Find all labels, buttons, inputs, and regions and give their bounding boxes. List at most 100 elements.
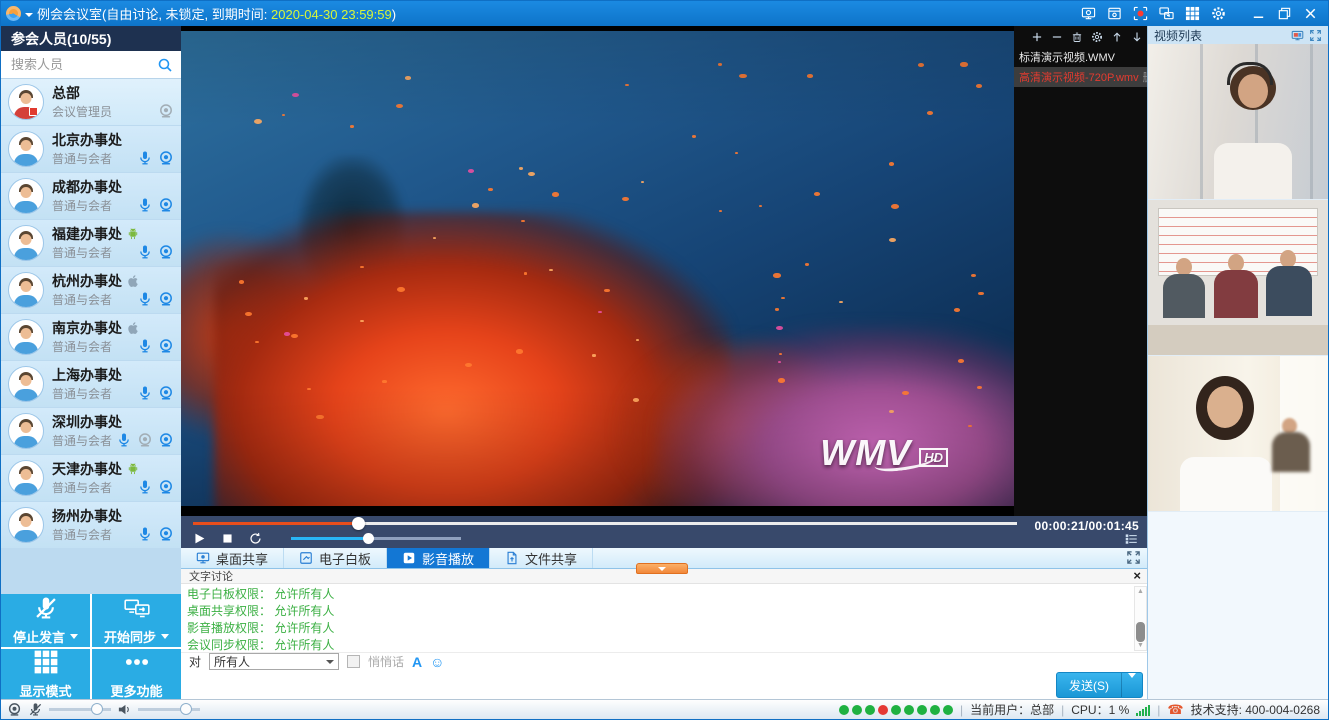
mic-icon[interactable] (137, 244, 153, 260)
settings-icon[interactable] (1091, 31, 1103, 43)
webcam-icon[interactable] (158, 385, 174, 401)
display-mode-button[interactable]: 显示模式 (1, 649, 90, 702)
participant-row[interactable]: 扬州办事处 普通与会者 (1, 502, 181, 548)
tab-文件共享[interactable]: 文件共享 (490, 548, 593, 568)
send-button[interactable]: 发送(S) (1056, 672, 1143, 698)
emoji-button[interactable]: ☺ (430, 654, 444, 670)
webcam-icon[interactable] (158, 338, 174, 354)
video-player-screen[interactable]: WMV HD (181, 26, 1014, 516)
webcam-icon[interactable] (158, 291, 174, 307)
tab-桌面共享[interactable]: 桌面共享 (181, 548, 284, 568)
expand-icon[interactable] (1309, 29, 1322, 42)
grid-mode-icon[interactable] (1185, 6, 1200, 21)
trash-icon[interactable] (1071, 31, 1083, 43)
recipient-select[interactable]: 所有人 (209, 653, 339, 670)
minimize-icon[interactable] (1251, 6, 1266, 21)
participant-video-1[interactable] (1148, 44, 1328, 200)
support-label: 技术支持: 400-004-0268 (1191, 701, 1320, 718)
webcam-icon[interactable] (158, 150, 174, 166)
mic-icon[interactable] (137, 291, 153, 307)
play-button[interactable] (193, 532, 206, 545)
search-icon[interactable] (157, 57, 173, 73)
screen-share-icon[interactable] (1081, 6, 1096, 21)
scroll-up-icon[interactable]: ▲ (1135, 587, 1146, 596)
move-down-icon[interactable] (1131, 31, 1143, 43)
speaker-icon[interactable] (117, 702, 132, 717)
seek-bar[interactable] (193, 522, 1017, 525)
participant-video-3[interactable] (1148, 356, 1328, 512)
playlist-item[interactable]: 高清演示视频-720P.wmv 删除 (1014, 67, 1149, 87)
participant-row[interactable]: 上海办事处 普通与会者 (1, 361, 181, 407)
whisper-checkbox[interactable] (347, 655, 360, 668)
participant-row[interactable]: 北京办事处 普通与会者 (1, 126, 181, 172)
webcam-off-icon[interactable] (158, 103, 174, 119)
scroll-down-icon[interactable]: ▼ (1135, 641, 1146, 650)
participant-row[interactable]: 天津办事处 普通与会者 (1, 455, 181, 501)
mic-icon[interactable] (137, 150, 153, 166)
logo-menu-caret-icon[interactable] (25, 13, 33, 17)
monitor-icon[interactable] (1291, 29, 1304, 42)
repeat-button[interactable] (249, 532, 262, 545)
remove-icon[interactable] (1051, 31, 1063, 43)
record-icon[interactable] (1133, 6, 1148, 21)
volume-slider[interactable] (291, 537, 461, 540)
font-button[interactable]: A (412, 654, 422, 670)
search-input[interactable] (9, 56, 157, 73)
scrollbar-thumb[interactable] (1136, 622, 1145, 642)
avatar (8, 507, 44, 543)
close-icon[interactable] (1303, 6, 1318, 21)
stop-speaking-button[interactable]: 停止发言 (1, 594, 90, 647)
participant-row[interactable]: 深圳办事处 普通与会者 (1, 408, 181, 454)
chat-panel-handle[interactable] (636, 563, 688, 574)
more-functions-button[interactable]: 更多功能 (92, 649, 181, 702)
participant-row[interactable]: 成都办事处 普通与会者 (1, 173, 181, 219)
start-sync-button[interactable]: 开始同步 (92, 594, 181, 647)
mic-volume-thumb[interactable] (91, 703, 103, 715)
participant-row[interactable]: 福建办事处 普通与会者 (1, 220, 181, 266)
tab-电子白板[interactable]: 电子白板 (284, 548, 387, 568)
move-up-icon[interactable] (1111, 31, 1123, 43)
restore-icon[interactable] (1277, 6, 1292, 21)
seek-thumb[interactable] (352, 517, 365, 530)
mic-icon[interactable] (116, 432, 132, 448)
video-coral-pink (656, 326, 1014, 507)
close-icon[interactable]: × (1133, 571, 1141, 581)
tab-影音播放[interactable]: 影音播放 (387, 548, 490, 568)
mic-icon[interactable] (137, 338, 153, 354)
message-input[interactable]: 发送(S) (181, 670, 1149, 700)
participant-name: 天津办事处 (52, 461, 122, 477)
webcam-icon[interactable] (158, 526, 174, 542)
participant-video-2[interactable] (1148, 200, 1328, 356)
speaker-volume-slider[interactable] (138, 708, 200, 711)
avatar (8, 84, 44, 120)
participant-row[interactable]: 杭州办事处 普通与会者 (1, 267, 181, 313)
send-options-caret[interactable] (1122, 678, 1142, 692)
participant-row[interactable]: 总部 会议管理员 (1, 79, 181, 125)
speaker-volume-thumb[interactable] (180, 703, 192, 715)
webcam-icon[interactable] (158, 479, 174, 495)
stop-button[interactable] (221, 532, 234, 545)
send-label[interactable]: 发送(S) (1057, 673, 1122, 697)
window-mode-icon[interactable] (1107, 6, 1122, 21)
avatar (8, 460, 44, 496)
mic-icon[interactable] (137, 526, 153, 542)
mic-icon[interactable] (137, 385, 153, 401)
fullscreen-expand-icon[interactable] (1126, 550, 1141, 565)
mic-muted-icon[interactable] (28, 702, 43, 717)
playlist-item[interactable]: 标清演示视频.WMV (1014, 47, 1149, 67)
settings-icon[interactable] (1211, 6, 1226, 21)
chat-scrollbar[interactable]: ▲ ▼ (1134, 586, 1147, 651)
net-sync-icon[interactable] (1159, 6, 1174, 21)
webcam-status-icon[interactable] (7, 702, 22, 717)
add-icon[interactable] (1031, 31, 1043, 43)
mic-volume-slider[interactable] (49, 708, 111, 711)
webcam-off-icon[interactable] (137, 432, 153, 448)
volume-thumb[interactable] (363, 533, 374, 544)
mic-icon[interactable] (137, 479, 153, 495)
participant-row[interactable]: 南京办事处 普通与会者 (1, 314, 181, 360)
webcam-icon[interactable] (158, 197, 174, 213)
mic-icon[interactable] (137, 197, 153, 213)
playlist-toggle-button[interactable] (1124, 533, 1139, 545)
webcam-icon[interactable] (158, 244, 174, 260)
webcam-icon[interactable] (158, 432, 174, 448)
